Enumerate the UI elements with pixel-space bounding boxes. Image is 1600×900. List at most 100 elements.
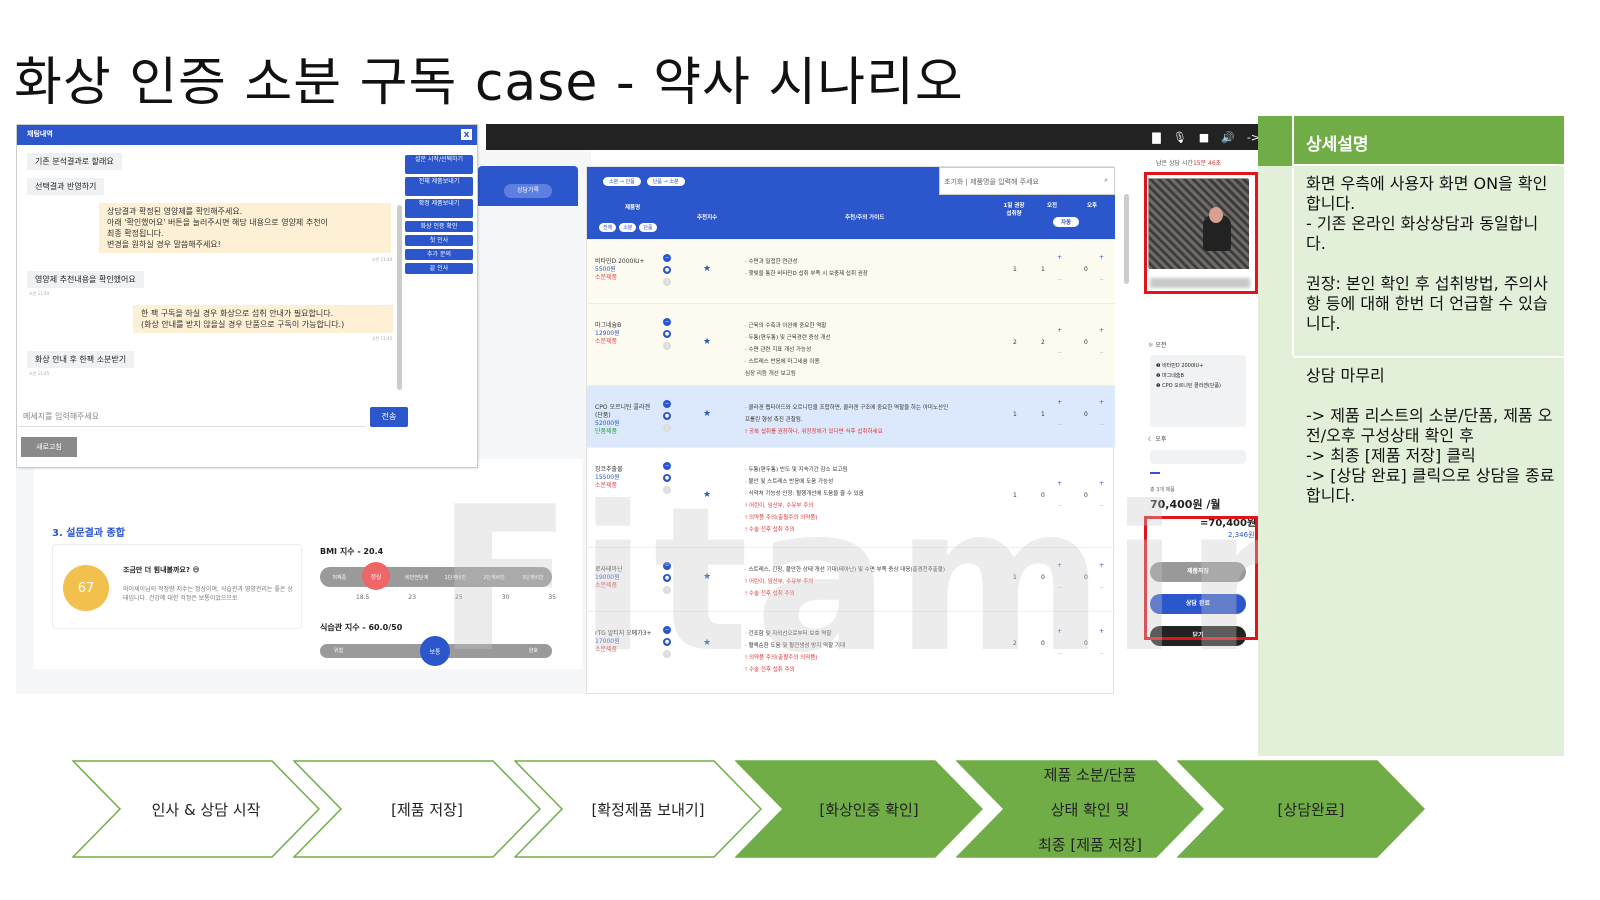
pm-value[interactable]: 0 <box>1084 266 1088 273</box>
remove-icon[interactable]: − <box>663 400 671 408</box>
am-value[interactable]: 0 <box>1041 574 1045 581</box>
warning-line: ! 수술 전후 섭취 주의 <box>745 667 795 673</box>
am-value[interactable]: 1 <box>1041 411 1045 418</box>
remove-icon[interactable]: − <box>663 562 671 570</box>
plus-icon[interactable]: + <box>1057 327 1062 334</box>
tag-split-to-single[interactable]: 소분 → 단품 <box>603 177 641 186</box>
chat-icon[interactable]: ▇ <box>1152 131 1160 144</box>
am-value[interactable]: 2 <box>1041 339 1045 346</box>
table-scrollbar[interactable] <box>1124 194 1129 284</box>
remove-icon[interactable]: − <box>663 254 671 262</box>
minus-icon[interactable]: − <box>1057 502 1062 509</box>
minus-icon[interactable]: − <box>1099 421 1104 428</box>
search-reset[interactable]: 초기화 <box>944 178 963 186</box>
auto-chip[interactable]: 자동 <box>1053 217 1080 227</box>
chip-split[interactable]: 소분 <box>619 223 637 232</box>
remove-icon[interactable]: − <box>663 462 671 470</box>
table-row[interactable]: 로사테아닌 19000원 소분제품 − ● i ★ · 스트레스, 긴장, 불안한 상태 개선… <box>587 547 1115 611</box>
info-icon[interactable]: i <box>663 424 671 432</box>
search-icon[interactable]: ⌕ <box>1104 176 1108 185</box>
minus-icon[interactable]: − <box>1057 650 1062 657</box>
process-flow: 인사 & 상담 시작 [제품 저장] [확정제품 보내기] [화상인증 확인] 제품 소… <box>72 760 1432 860</box>
evening-label: 오후 <box>1155 436 1167 443</box>
quick-button-farewell[interactable]: 끝 인사 <box>405 263 473 274</box>
pm-value[interactable]: 0 <box>1084 339 1088 346</box>
tag-single-to-split[interactable]: 단품 → 소분 <box>646 177 685 186</box>
bmi-segment: 2단계비만 <box>483 574 505 581</box>
plus-icon[interactable]: + <box>1099 327 1104 334</box>
refresh-button[interactable]: 새로고침 <box>21 437 77 457</box>
diet-right-label: 양호 <box>528 648 538 654</box>
plus-icon[interactable]: + <box>1099 628 1104 635</box>
guide-line: 프롤린 형성 촉진 관찰됨. <box>745 417 803 423</box>
quick-button-inquiry[interactable]: 추가 문의 <box>405 249 473 260</box>
row-icons: − ● i <box>663 400 671 432</box>
plus-icon[interactable]: + <box>1057 480 1062 487</box>
plus-icon[interactable]: + <box>1057 399 1062 406</box>
quick-button-video-verify[interactable]: 화상 인증 확인 <box>405 221 473 232</box>
pm-value[interactable]: 0 <box>1084 574 1088 581</box>
plus-icon[interactable]: + <box>1099 254 1104 261</box>
am-value[interactable]: 1 <box>1041 266 1045 273</box>
bmi-segment: 비만전단계 <box>405 574 429 581</box>
minus-icon[interactable]: − <box>1099 502 1104 509</box>
quick-button-survey[interactable]: 설문 시작/선택하기 <box>405 155 473 174</box>
plus-icon[interactable]: + <box>1099 562 1104 569</box>
chip-single[interactable]: 단품 <box>639 223 657 232</box>
minus-icon[interactable]: − <box>1099 276 1104 283</box>
chat-time: 오전 11:44 <box>29 291 50 296</box>
count-icon: ● <box>663 266 671 274</box>
pm-value[interactable]: 0 <box>1084 640 1088 647</box>
minus-icon[interactable]: − <box>1099 349 1104 356</box>
product-type: 소분제품 <box>595 274 618 281</box>
plus-icon[interactable]: + <box>1099 399 1104 406</box>
close-icon[interactable]: x <box>460 128 473 141</box>
col-am: 오전 <box>1047 203 1058 209</box>
search-input[interactable]: 제품명을 입력해 주세요 <box>970 178 1039 186</box>
speaker-icon[interactable]: 🔊 <box>1221 131 1235 144</box>
info-icon[interactable]: i <box>663 342 671 350</box>
plus-icon[interactable]: + <box>1057 628 1062 635</box>
minus-icon[interactable]: − <box>1099 650 1104 657</box>
chat-input[interactable]: 메세지를 입력해주세요 <box>19 407 365 427</box>
send-button[interactable]: 전송 <box>370 407 408 427</box>
mic-icon[interactable]: 🎙 <box>1173 131 1187 144</box>
quick-button-greeting[interactable]: 첫 인사 <box>405 235 473 246</box>
table-row[interactable]: rTG 알티지 오메가3+ 17000원 소분제품 − ● i ★ · 건조함 및 자외선으로… <box>587 611 1115 679</box>
description-panel: 상세설명 화면 우측에 사용자 화면 ON을 확인합니다. - 기존 온라인 화… <box>1258 116 1564 756</box>
plus-icon[interactable]: + <box>1099 480 1104 487</box>
table-row[interactable]: 비타민D 2000IU+ 5500원 소분제품 − ● i ★ · 수면과 밀접한 연관성 · … <box>587 239 1115 303</box>
minus-icon[interactable]: − <box>1099 584 1104 591</box>
chip-all[interactable]: 전체 <box>599 223 617 232</box>
score-description: 와이세이님의 적정량 지수는 정상이며, 식습관과 영양관리는 좋은 상태입니다… <box>123 586 293 602</box>
chat-scrollbar[interactable] <box>397 205 402 390</box>
filter-chips: 전체 소분 단품 <box>599 223 657 232</box>
remove-icon[interactable]: − <box>663 318 671 326</box>
am-value[interactable]: 0 <box>1041 640 1045 647</box>
table-row[interactable]: 징코추출물 15500원 소분제품 − ● i ★ · 두통(편두통) 빈도 및 지속기간 감… <box>587 447 1115 547</box>
minus-icon[interactable]: − <box>1057 584 1062 591</box>
pm-value[interactable]: 0 <box>1084 411 1088 418</box>
plus-icon[interactable]: + <box>1057 562 1062 569</box>
plus-icon[interactable]: + <box>1057 254 1062 261</box>
table-row[interactable]: CPO 오르니틴 콜라겐(단품) 52000원 단품제품 − ● i ★ · 콜라겐 펩타이드… <box>587 385 1115 447</box>
minus-icon[interactable]: − <box>1057 276 1062 283</box>
section-title: 3. 설문결과 종합 <box>52 528 125 539</box>
consult-record-button[interactable]: 상담기록 <box>504 184 552 198</box>
info-icon[interactable]: i <box>663 650 671 658</box>
quick-button-send-all[interactable]: 전체 제품보내기 <box>405 177 473 196</box>
diet-marker: 보통 <box>420 636 450 666</box>
pm-value[interactable]: 0 <box>1084 492 1088 499</box>
info-icon[interactable]: i <box>663 486 671 494</box>
col-name: 제품명 <box>625 205 641 211</box>
info-icon[interactable]: i <box>663 586 671 594</box>
info-icon[interactable]: i <box>663 278 671 286</box>
minus-icon[interactable]: − <box>1057 349 1062 356</box>
product-title: 징코추출물 <box>595 466 623 473</box>
minus-icon[interactable]: − <box>1057 421 1062 428</box>
am-value[interactable]: 0 <box>1041 492 1045 499</box>
remove-icon[interactable]: − <box>663 626 671 634</box>
table-row[interactable]: 마그네슘B 12900원 소분제품 − ● i ★ · 근육의 수축과 이완에 중요한 역할 ·… <box>587 303 1115 385</box>
quick-button-send-confirmed[interactable]: 확정 제품보내기 <box>405 199 473 218</box>
camera-icon[interactable]: ■ <box>1199 131 1209 144</box>
